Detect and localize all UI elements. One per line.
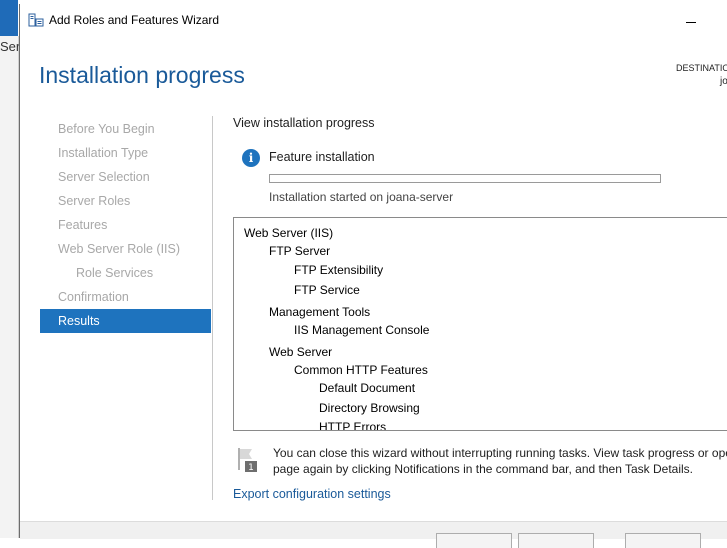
background-window-text: Ser [0,39,21,54]
wizard-footer [20,521,727,548]
installation-progress-bar [269,174,661,183]
nav-step-role-services: Role Services [76,266,154,280]
nav-step-web-server-role: Web Server Role (IIS) [58,242,181,256]
previous-button[interactable] [436,533,512,548]
nav-step-results[interactable]: Results [40,309,211,333]
nav-step-before-you-begin: Before You Begin [58,122,155,136]
close-button[interactable] [625,533,701,548]
result-item: Web Server (IIS) [244,226,334,240]
installation-status-text: Installation started on joana-server [269,190,454,204]
info-icon: i [242,149,260,167]
result-item: HTTP Errors [319,420,387,431]
result-item: FTP Service [294,283,360,297]
nav-divider [212,116,213,500]
server-manager-icon [28,13,44,27]
export-configuration-link[interactable]: Export configuration settings [233,487,391,501]
destination-server-name: jo [720,76,727,87]
close-wizard-note: You can close this wizard without interr… [273,446,727,476]
result-item: FTP Extensibility [294,263,384,277]
next-button[interactable] [518,533,594,548]
installation-results-list[interactable]: Web Server (IIS) FTP Server FTP Extensibil… [233,217,727,431]
result-item: Directory Browsing [319,401,420,415]
wizard-steps-nav: Before You Begin Installation Type Serve… [40,117,211,333]
background-window-accent [0,0,18,36]
nav-step-server-roles: Server Roles [58,194,131,208]
result-item: Default Document [319,381,416,395]
page-title: Installation progress [39,62,245,88]
result-item: Common HTTP Features [294,363,428,377]
window-title: Add Roles and Features Wizard [49,13,220,27]
result-item: Web Server [269,345,333,359]
title-bar[interactable]: Add Roles and Features Wizard [20,4,727,36]
minimize-icon[interactable] [680,10,704,30]
flag-notification-icon: 1 [236,446,258,473]
result-item: IIS Management Console [294,323,430,337]
wizard-window: Add Roles and Features Wizard Installati… [19,4,727,548]
nav-step-installation-type: Installation Type [58,146,149,160]
wizard-header: Installation progress DESTINATIO jo [20,36,727,114]
background-window-panel [0,36,19,538]
result-item: FTP Server [269,244,331,258]
result-item: Management Tools [269,305,371,319]
view-progress-label: View installation progress [233,116,375,130]
destination-server-label: DESTINATIO [676,63,727,73]
feature-installation-label: Feature installation [269,150,375,164]
notification-count: 1 [248,463,254,472]
nav-step-features: Features [58,218,108,232]
nav-step-server-selection: Server Selection [58,170,150,184]
nav-step-confirmation: Confirmation [58,290,129,304]
